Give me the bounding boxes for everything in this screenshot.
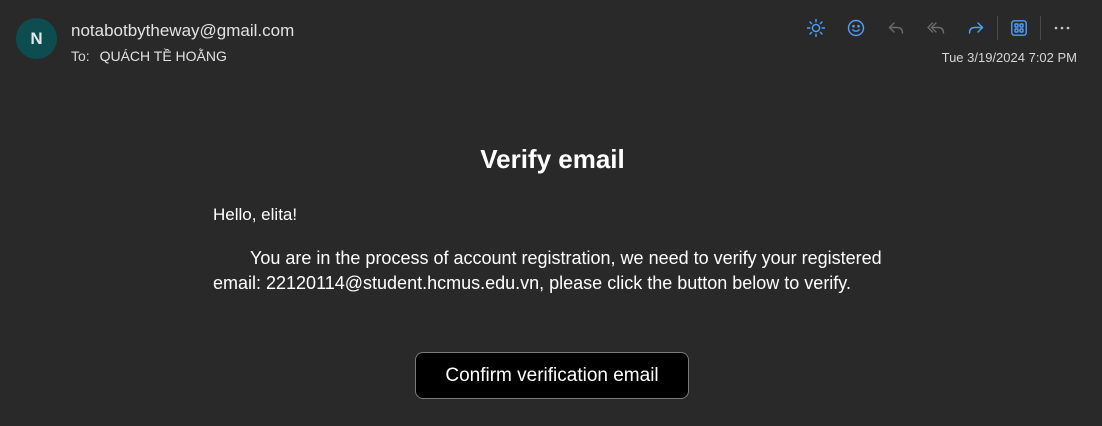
reply-button[interactable]: [876, 13, 916, 43]
brightness-icon: [806, 18, 826, 38]
apps-icon: [1011, 20, 1027, 36]
message-toolbar: [796, 13, 1082, 43]
forward-icon: [968, 22, 984, 34]
sender-email[interactable]: notabotbytheway@gmail.com: [71, 21, 294, 41]
reply-icon: [888, 22, 904, 34]
toolbar-divider: [1040, 16, 1041, 40]
confirm-verification-button[interactable]: Confirm verification email: [415, 352, 689, 399]
more-icon: [1054, 26, 1070, 30]
to-label: To:: [71, 48, 90, 64]
email-greeting: Hello, elita!: [213, 205, 298, 224]
email-title: Verify email: [480, 144, 625, 174]
reply-all-icon: [927, 22, 945, 34]
reply-all-button[interactable]: [916, 13, 956, 43]
avatar[interactable]: N: [16, 18, 57, 59]
brightness-button[interactable]: [796, 13, 836, 43]
more-options-button[interactable]: [1042, 13, 1082, 43]
recipient-line: To: QUÁCH TỀ HOẰNG: [71, 48, 227, 64]
sent-date: Tue 3/19/2024 7:02 PM: [941, 50, 1077, 65]
emoji-icon: [847, 19, 865, 37]
toolbar-divider: [997, 16, 998, 40]
apps-button[interactable]: [999, 13, 1039, 43]
recipient-name[interactable]: QUÁCH TỀ HOẰNG: [100, 48, 227, 64]
email-body: You are in the process of account regist…: [213, 248, 882, 293]
forward-button[interactable]: [956, 13, 996, 43]
emoji-button[interactable]: [836, 13, 876, 43]
